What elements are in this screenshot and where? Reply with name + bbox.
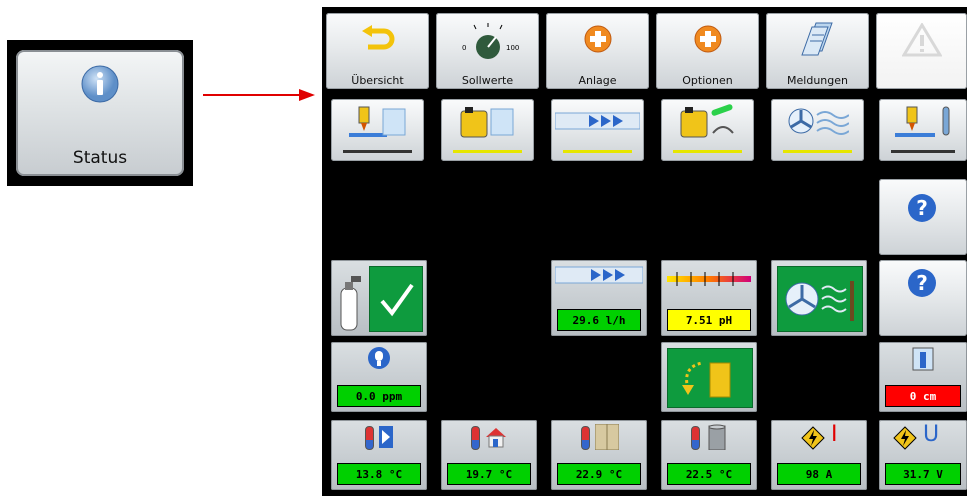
gas-cylinder-tile[interactable] bbox=[331, 260, 427, 336]
house-icon bbox=[486, 428, 506, 448]
current-value: 98 A bbox=[777, 463, 861, 485]
status-bar bbox=[673, 150, 742, 153]
ventilation-button[interactable] bbox=[771, 99, 864, 161]
plus-circle-icon bbox=[584, 25, 612, 53]
documents-icon bbox=[801, 22, 833, 56]
flow-value: 29.6 l/h bbox=[557, 309, 641, 331]
status-button[interactable]: Status bbox=[16, 50, 184, 176]
door-icon bbox=[595, 424, 619, 450]
status-button-label: Status bbox=[72, 148, 128, 168]
current-symbol: I bbox=[831, 422, 838, 447]
flow-arrows-icon bbox=[555, 112, 640, 130]
temp-door-tile[interactable]: 22.9 °C bbox=[551, 420, 647, 490]
dial-icon bbox=[473, 23, 503, 59]
sollwerte-label: Sollwerte bbox=[461, 74, 514, 87]
info-icon bbox=[81, 65, 119, 103]
status-bar bbox=[783, 150, 852, 153]
canister-salt-icon bbox=[460, 107, 514, 138]
svg-text:?: ? bbox=[916, 271, 928, 295]
meldungen-button[interactable]: Meldungen bbox=[766, 13, 869, 89]
temp-house-tile[interactable]: 19.7 °C bbox=[441, 420, 537, 490]
ppm-value: 0.0 ppm bbox=[337, 385, 421, 407]
pointer-arrow bbox=[203, 89, 315, 101]
optionen-button[interactable]: Optionen bbox=[656, 13, 759, 89]
help-button-top[interactable]: ? bbox=[879, 179, 967, 255]
flow-tile[interactable]: 29.6 l/h bbox=[551, 260, 647, 336]
warning-triangle-icon bbox=[902, 23, 942, 57]
anlage-label: Anlage bbox=[578, 74, 617, 87]
meldungen-label: Meldungen bbox=[787, 74, 848, 87]
temp-outdoor-value: 13.8 °C bbox=[337, 463, 421, 485]
ph-tile[interactable]: 7.51 pH bbox=[661, 260, 757, 336]
status-preview-panel: Status bbox=[7, 40, 193, 186]
thermometer-icon bbox=[581, 426, 590, 450]
question-icon: ? bbox=[908, 194, 936, 222]
checkmark-icon bbox=[380, 283, 414, 317]
status-bar bbox=[563, 150, 632, 153]
current-tile[interactable]: I 98 A bbox=[771, 420, 867, 490]
backwash-panel bbox=[667, 348, 753, 408]
dosing-pump-salt-icon bbox=[349, 106, 406, 137]
svg-text:?: ? bbox=[916, 196, 928, 220]
backwash-tile[interactable] bbox=[661, 342, 757, 412]
temp-pipe-tile[interactable]: 22.5 °C bbox=[661, 420, 757, 490]
temp-house-value: 19.7 °C bbox=[447, 463, 531, 485]
help-button-bottom[interactable]: ? bbox=[879, 260, 967, 336]
ph-scale-icon bbox=[667, 272, 751, 286]
anlage-button[interactable]: Anlage bbox=[546, 13, 649, 89]
flag-icon bbox=[379, 426, 393, 448]
flow-arrows-icon bbox=[555, 266, 643, 284]
question-icon: ? bbox=[908, 269, 936, 297]
thermometer-icon bbox=[691, 426, 700, 450]
ok-indicator bbox=[369, 266, 423, 332]
pipe-icon bbox=[708, 424, 726, 450]
voltage-value: 31.7 V bbox=[885, 463, 961, 485]
control-panel: Übersicht 0 100 Sollwerte Anlage Optione… bbox=[322, 7, 967, 496]
ppm-tile[interactable]: 0.0 ppm bbox=[331, 342, 427, 412]
dosing-thermo-button[interactable] bbox=[879, 99, 967, 161]
uebersicht-button[interactable]: Übersicht bbox=[326, 13, 429, 89]
high-voltage-icon bbox=[893, 426, 917, 450]
temp-pipe-value: 22.5 °C bbox=[667, 463, 751, 485]
back-arrow-icon bbox=[362, 25, 395, 50]
voltage-tile[interactable]: U 31.7 V bbox=[879, 420, 967, 490]
ph-value: 7.51 pH bbox=[667, 309, 751, 331]
optionen-label: Optionen bbox=[682, 74, 733, 87]
status-bar bbox=[891, 150, 955, 153]
status-bar bbox=[453, 150, 522, 153]
canister-salt-button[interactable] bbox=[441, 99, 534, 161]
uebersicht-label: Übersicht bbox=[351, 74, 404, 87]
fan-air-icon bbox=[785, 281, 854, 321]
ventilation-panel bbox=[777, 266, 863, 332]
level-tile[interactable]: 0 cm bbox=[879, 342, 967, 412]
warning-button[interactable] bbox=[876, 13, 967, 89]
canister-tube-icon bbox=[680, 104, 734, 138]
thermometer-icon bbox=[471, 426, 480, 450]
sollwerte-button[interactable]: 0 100 Sollwerte bbox=[436, 13, 539, 89]
temp-outdoor-tile[interactable]: 13.8 °C bbox=[331, 420, 427, 490]
ventilation-tile[interactable] bbox=[771, 260, 867, 336]
dial-max-label: 100 bbox=[506, 44, 520, 52]
temp-door-value: 22.9 °C bbox=[557, 463, 641, 485]
canister-ph-button[interactable] bbox=[661, 99, 754, 161]
flow-button[interactable] bbox=[551, 99, 644, 161]
plus-circle-icon bbox=[694, 25, 722, 53]
backwash-icon bbox=[682, 361, 731, 398]
chlorine-sensor-icon bbox=[368, 347, 390, 369]
status-bar bbox=[343, 150, 412, 153]
water-level-icon bbox=[912, 347, 934, 371]
dial-min-label: 0 bbox=[462, 44, 467, 52]
fan-air-icon bbox=[788, 108, 849, 135]
voltage-symbol: U bbox=[923, 422, 940, 447]
dosing-thermometer-icon bbox=[895, 106, 950, 137]
gas-cylinder-icon bbox=[340, 276, 361, 331]
high-voltage-icon bbox=[801, 426, 825, 450]
thermometer-icon bbox=[365, 426, 374, 450]
level-value: 0 cm bbox=[885, 385, 961, 407]
dosing-salt-button[interactable] bbox=[331, 99, 424, 161]
